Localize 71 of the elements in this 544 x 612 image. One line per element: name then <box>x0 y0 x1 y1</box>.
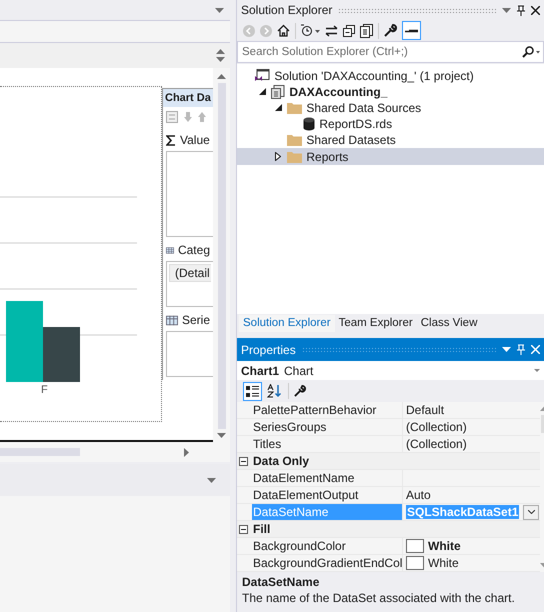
folder-icon <box>287 150 302 163</box>
table-icon <box>166 244 174 256</box>
collapse-icon[interactable] <box>274 104 282 112</box>
section-label: Value <box>180 133 210 147</box>
categorized-button[interactable] <box>243 382 262 400</box>
sigma-icon <box>166 134 176 146</box>
collapse-icon[interactable] <box>258 88 266 96</box>
chart-area[interactable]: F <box>0 86 162 422</box>
pin-icon[interactable] <box>517 4 525 16</box>
dropdown-arrow-icon[interactable] <box>207 478 216 482</box>
category-label: Fill <box>253 522 270 536</box>
categorized-icon <box>246 384 259 398</box>
panel-title: Properties <box>241 342 296 356</box>
object-selector[interactable]: Chart1 Chart <box>237 361 544 380</box>
property-row[interactable]: BackgroundColor White <box>237 538 540 555</box>
dropdown-arrow-icon[interactable] <box>502 347 511 352</box>
sort-az-icon[interactable] <box>267 384 283 398</box>
project-icon <box>271 84 286 99</box>
panel-title: Chart Da <box>163 89 213 107</box>
minus-icon <box>405 28 418 33</box>
collapse-all-icon[interactable] <box>343 24 355 37</box>
preview-toggle-button[interactable] <box>402 21 421 40</box>
tab[interactable]: Class View <box>416 315 482 332</box>
axis-label: F <box>40 384 49 396</box>
drop-zone[interactable]: (Detail <box>166 261 213 307</box>
dropdown-button[interactable] <box>523 504 540 520</box>
wrench-icon[interactable] <box>384 24 397 38</box>
field-item[interactable]: (Detail <box>169 264 211 282</box>
panel-title: Solution Explorer <box>241 3 332 18</box>
home-icon[interactable] <box>277 24 290 38</box>
section-label: Serie <box>182 313 210 327</box>
close-icon[interactable] <box>531 6 540 15</box>
scroll-up-icon[interactable] <box>216 49 225 54</box>
search-field[interactable]: Search Solution Explorer (Ctrl+;) <box>237 41 544 64</box>
dropdown-arrow-icon <box>534 369 540 372</box>
scroll-up-icon[interactable] <box>217 74 226 79</box>
tree-item[interactable]: Reports <box>237 148 544 165</box>
search-icon[interactable] <box>522 46 540 58</box>
collapse-icon[interactable] <box>239 456 248 466</box>
dropdown-arrow-icon[interactable] <box>215 8 224 12</box>
solution-icon <box>255 69 270 82</box>
property-row[interactable]: DataElementName <box>237 470 540 487</box>
tab[interactable]: Solution Explorer <box>239 315 335 332</box>
scrollbar-thumb[interactable] <box>0 448 80 456</box>
copy-icon[interactable] <box>360 24 373 38</box>
history-icon[interactable] <box>301 24 320 38</box>
dropdown-arrow-icon[interactable] <box>502 8 511 13</box>
tree-item[interactable]: ReportDS.rds <box>237 116 544 132</box>
folder-icon <box>287 102 302 114</box>
category-label: Data Only <box>253 454 310 468</box>
sync-icon[interactable] <box>325 24 338 37</box>
chevron-icon <box>528 510 535 514</box>
database-icon <box>303 117 316 132</box>
tree-item[interactable]: Shared Data Sources <box>237 100 544 116</box>
scroll-down-icon[interactable] <box>216 57 225 62</box>
property-row[interactable]: SeriesGroups (Collection) <box>237 419 540 436</box>
property-row[interactable]: PalettePatternBehavior Default <box>237 402 540 419</box>
tree-item[interactable]: Solution 'DAXAccounting_' (1 project) <box>237 67 544 84</box>
tab[interactable]: Team Explorer <box>334 315 417 332</box>
scroll-right-icon[interactable] <box>184 448 189 456</box>
tree-item[interactable]: Shared Datasets <box>237 132 544 148</box>
description-text: The name of the DataSet associated with the chart. <box>242 591 516 605</box>
tree-item[interactable]: DAXAccounting_ <box>237 84 544 100</box>
scroll-down-icon[interactable] <box>217 433 226 438</box>
expand-icon[interactable] <box>275 152 282 162</box>
table-icon <box>166 314 178 326</box>
section-label: Categ <box>178 243 210 257</box>
wrench-icon[interactable] <box>294 385 306 397</box>
collapse-icon[interactable] <box>239 524 248 534</box>
description-title: DataSetName <box>242 575 320 589</box>
scrollbar-thumb[interactable] <box>218 83 226 429</box>
